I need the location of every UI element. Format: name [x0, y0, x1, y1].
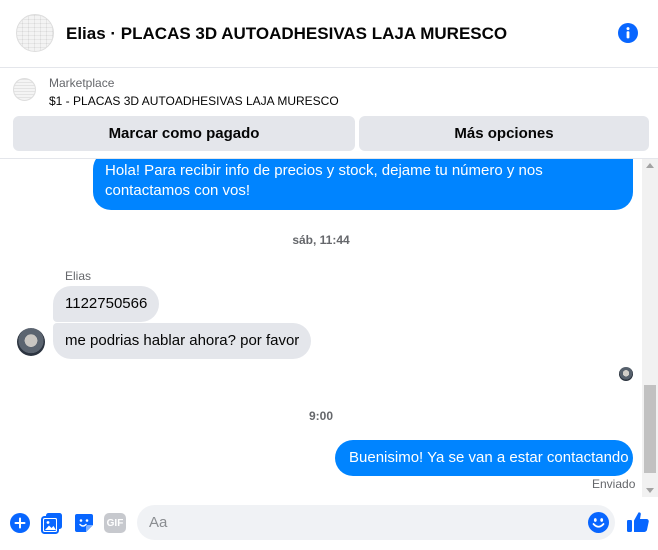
chat-header: Elias · PLACAS 3D AUTOADHESIVAS LAJA MUR…: [0, 0, 658, 68]
info-icon[interactable]: [618, 23, 638, 43]
outgoing-message[interactable]: Buenisimo! Ya se van a estar contactando: [335, 440, 633, 476]
product-avatar[interactable]: [16, 14, 54, 52]
listing-thumbnail[interactable]: [13, 78, 36, 101]
marketplace-label: Marketplace: [49, 76, 115, 90]
scrollbar[interactable]: [642, 159, 658, 497]
scroll-up-arrow-icon[interactable]: [646, 163, 654, 168]
listing-title[interactable]: $1 - PLACAS 3D AUTOADHESIVAS LAJA MURESC…: [49, 94, 339, 108]
message-thread[interactable]: Hola! Para recibir info de precios y sto…: [0, 159, 642, 497]
thumbs-up-icon[interactable]: [626, 510, 650, 534]
photo-icon[interactable]: [41, 512, 63, 534]
message-input[interactable]: [149, 505, 579, 540]
emoji-icon[interactable]: [588, 512, 609, 533]
message-timestamp: 9:00: [308, 409, 334, 423]
scroll-down-arrow-icon[interactable]: [646, 488, 654, 493]
sender-name: Elias: [65, 269, 92, 283]
incoming-message[interactable]: 1122750566: [53, 286, 160, 322]
plus-icon[interactable]: [9, 512, 31, 534]
message-input-container[interactable]: [137, 505, 615, 540]
read-receipt-avatar: [619, 367, 633, 381]
message-timestamp: sáb, 11:44: [292, 233, 350, 247]
contact-avatar[interactable]: [17, 328, 45, 356]
more-options-button[interactable]: Más opciones: [359, 116, 649, 151]
mark-paid-button[interactable]: Marcar como pagado: [13, 116, 355, 151]
sent-status: Enviado: [592, 477, 636, 491]
outgoing-message[interactable]: Hola! Para recibir info de precios y sto…: [93, 159, 633, 210]
scrollbar-thumb[interactable]: [644, 385, 656, 473]
sticker-icon[interactable]: [73, 512, 95, 534]
incoming-message[interactable]: me podrias hablar ahora? por favor: [53, 323, 312, 359]
chat-title[interactable]: Elias · PLACAS 3D AUTOADHESIVAS LAJA MUR…: [66, 24, 507, 44]
gif-icon[interactable]: GIF: [104, 513, 126, 533]
